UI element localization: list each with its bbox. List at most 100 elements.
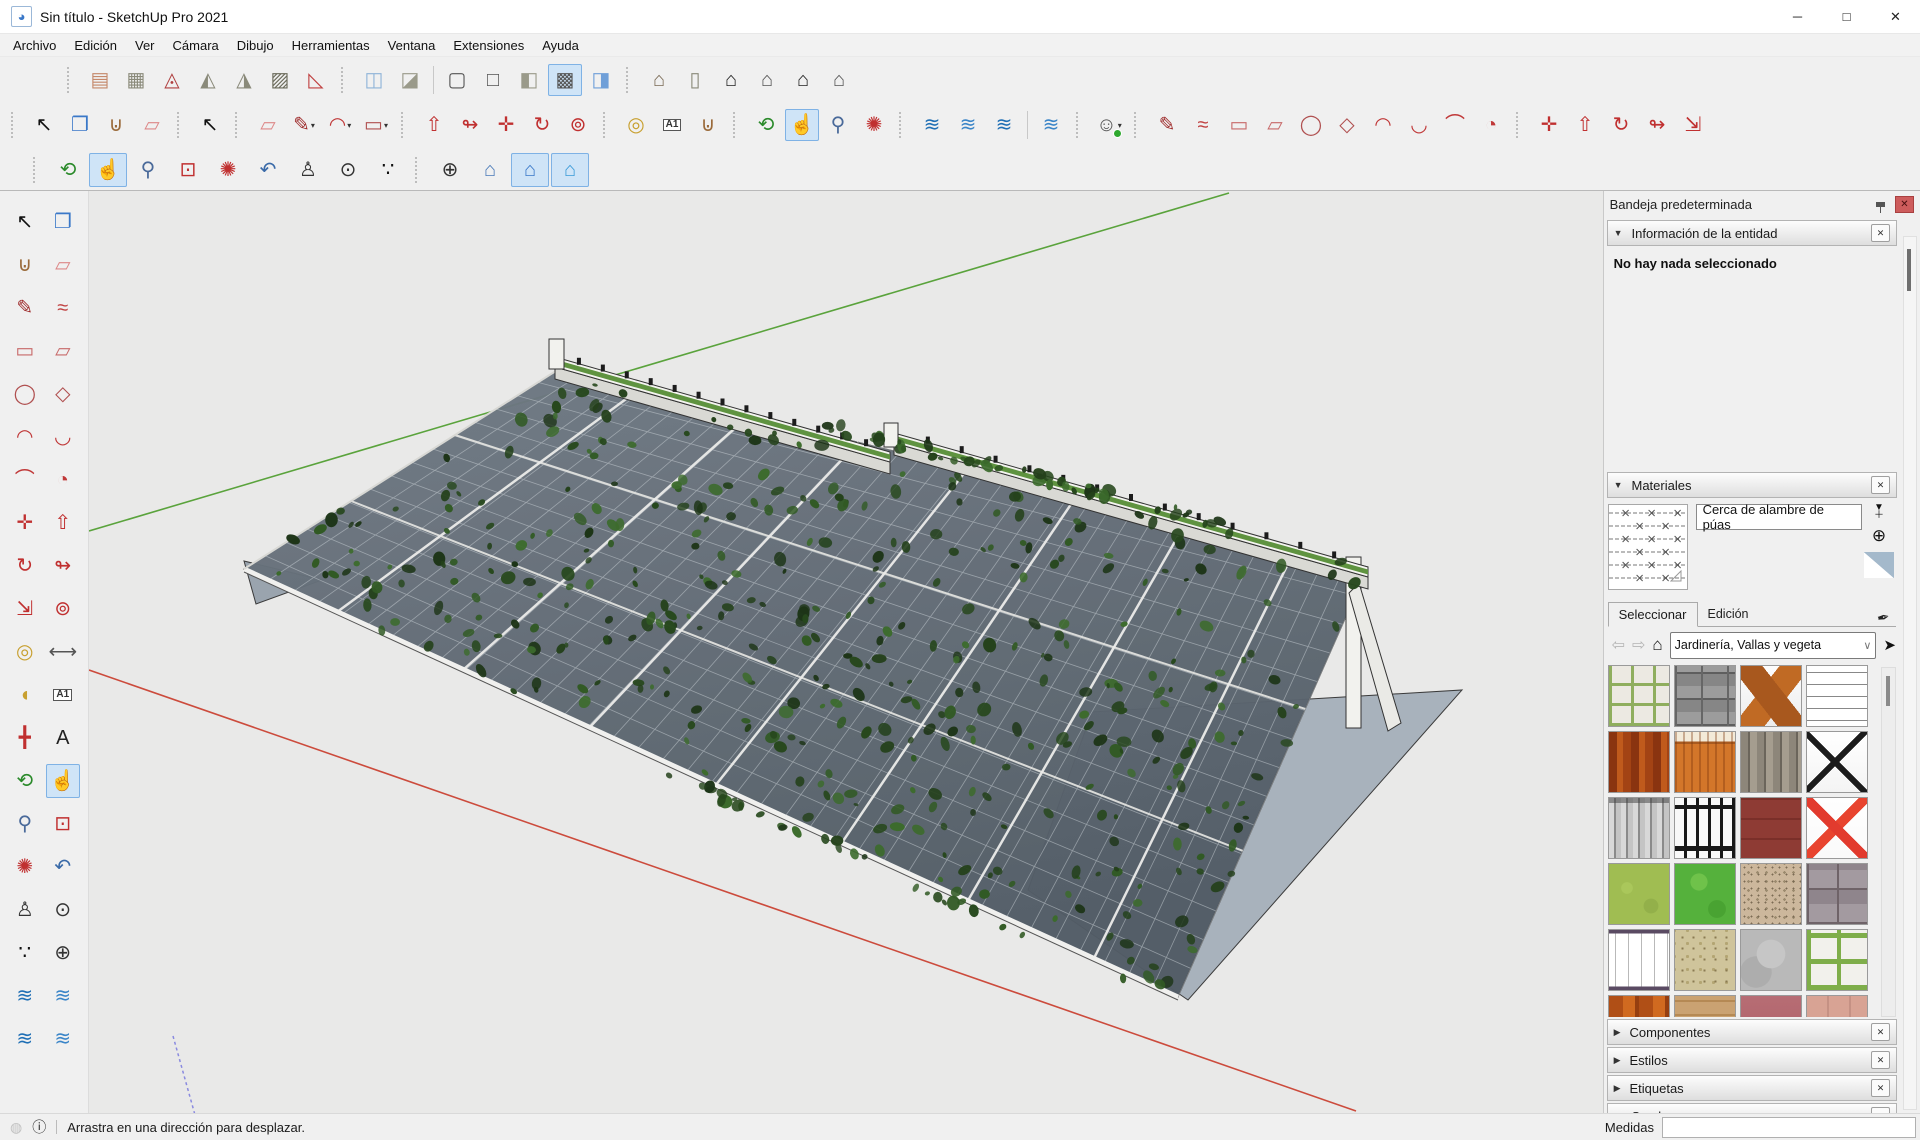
create-material-icon[interactable]: ⊕ <box>1872 526 1886 546</box>
secondary-pane-icon[interactable]: ▼＋ <box>1874 504 1884 520</box>
back-arrow-icon[interactable]: ⇦ <box>1612 635 1625 655</box>
scrollbar-thumb[interactable] <box>1886 676 1890 706</box>
swatch-concrete[interactable] <box>1740 929 1802 991</box>
lt-select-button[interactable]: ↖ <box>8 205 42 239</box>
tray-scrollbar[interactable] <box>1903 236 1917 1110</box>
forward-arrow-icon[interactable]: ⇨ <box>1632 635 1645 655</box>
lt-line-button[interactable]: ✎ <box>8 291 42 325</box>
menu-archivo[interactable]: Archivo <box>4 34 65 56</box>
menu-extensiones[interactable]: Extensiones <box>444 34 533 56</box>
display-section-fill-button[interactable]: ≋ <box>1034 109 1068 141</box>
get-models-button[interactable]: ⌂ <box>642 64 676 96</box>
push-pull-button[interactable]: ⇧ <box>417 109 451 141</box>
panel-header-materials[interactable]: ▼ Materiales ✕ <box>1607 472 1897 498</box>
lt-display-section-fill-button[interactable]: ≋ <box>46 1022 80 1056</box>
two-point-arc-button[interactable]: ◡ <box>1402 109 1436 141</box>
rotate-button[interactable]: ↻ <box>525 109 559 141</box>
style-hidden-line-button[interactable]: □ <box>476 64 510 96</box>
swatch-white-railing[interactable] <box>1608 929 1670 991</box>
move-alt-button[interactable]: ✛ <box>1532 109 1566 141</box>
lt-eraser-button[interactable]: ▱ <box>46 248 80 282</box>
lt-zoom-button[interactable]: ⚲ <box>8 807 42 841</box>
stamp-button[interactable]: ◭ <box>191 64 225 96</box>
expand-arrow-icon[interactable]: ▶ <box>1614 1055 1621 1066</box>
swatch-grass-green[interactable] <box>1674 863 1736 925</box>
upload-model-button[interactable]: ⌂ <box>750 64 784 96</box>
camera-pan-button[interactable]: ☝ <box>89 153 127 187</box>
swatch-barbed-wire[interactable] <box>1806 665 1868 727</box>
move-button[interactable]: ✛ <box>489 109 523 141</box>
style-monochrome-button[interactable]: ◨ <box>584 64 618 96</box>
rectangle-button[interactable]: ▭ <box>1222 109 1256 141</box>
lt-display-section-cuts-button[interactable]: ≋ <box>8 1022 42 1056</box>
paint-bucket-alt-button[interactable]: ⊍ <box>691 109 725 141</box>
lt-3d-text-button[interactable]: A <box>46 721 80 755</box>
lt-freehand-button[interactable]: ≈ <box>46 291 80 325</box>
lt-make-component-button[interactable]: ❐ <box>46 205 80 239</box>
lt-section-plane-button[interactable]: ≋ <box>8 979 42 1013</box>
walk-button[interactable]: ∵ <box>369 153 407 187</box>
swatch-redwood-fence[interactable] <box>1608 731 1670 793</box>
lt-display-section-planes-button[interactable]: ≋ <box>46 979 80 1013</box>
display-section-cuts-button[interactable]: ≋ <box>987 109 1021 141</box>
make-component-button[interactable]: ❐ <box>63 109 97 141</box>
swatch-pink-pavers[interactable] <box>1806 995 1868 1017</box>
rotate-alt-button[interactable]: ↻ <box>1604 109 1638 141</box>
menu-herramientas[interactable]: Herramientas <box>283 34 379 56</box>
sample-paint-icon[interactable]: ✒ <box>1876 606 1898 627</box>
lt-rectangle-button[interactable]: ▭ <box>8 334 42 368</box>
lt-zoom-extents-button[interactable]: ✺ <box>8 850 42 884</box>
style-wireframe-button[interactable]: ▢ <box>440 64 474 96</box>
orbit-button[interactable]: ⟲ <box>749 109 783 141</box>
three-point-arc-button[interactable]: ⌒ <box>1438 109 1472 141</box>
lt-text-button[interactable]: A1 <box>46 678 80 712</box>
swatch-stone-pavers[interactable] <box>1806 863 1868 925</box>
add-detail-button[interactable]: ▨ <box>263 64 297 96</box>
lt-axes-button[interactable]: ╋ <box>8 721 42 755</box>
polygon-button[interactable]: ◇ <box>1330 109 1364 141</box>
display-section-planes-button[interactable]: ≋ <box>951 109 985 141</box>
freehand-button[interactable]: ≈ <box>1186 109 1220 141</box>
style-back-edges-button[interactable]: ◪ <box>393 64 427 96</box>
lt-protractor-button[interactable]: ◖ <box>8 678 42 712</box>
info-icon[interactable]: ⓘ <box>32 1117 46 1137</box>
geolocation-icon[interactable]: ◍ <box>10 1119 22 1136</box>
lt-push-pull-button[interactable]: ⇧ <box>46 506 80 540</box>
lt-offset-button[interactable]: ⊚ <box>46 592 80 626</box>
pie-button[interactable]: ◔ <box>1474 109 1508 141</box>
lt-orbit-button[interactable]: ⟲ <box>8 764 42 798</box>
swatch-crossed-wood[interactable] <box>1740 665 1802 727</box>
house-view-button[interactable]: ⌂ <box>551 153 589 187</box>
lt-circle-button[interactable]: ◯ <box>8 377 42 411</box>
follow-me-alt-button[interactable]: ↬ <box>1640 109 1674 141</box>
lt-pie-button[interactable]: ◔ <box>46 463 80 497</box>
iso-view-button[interactable]: ⌂ <box>511 153 549 187</box>
measurements-input[interactable] <box>1662 1117 1916 1138</box>
arc-menu-button[interactable]: ◠▾ <box>323 109 357 141</box>
zoom-extents-button[interactable]: ✺ <box>857 109 891 141</box>
swatch-mauve-brick[interactable] <box>1740 995 1802 1017</box>
tab-seleccionar[interactable]: Seleccionar <box>1608 602 1698 627</box>
details-arrow-icon[interactable]: ➤ <box>1883 636 1896 654</box>
style-shaded-button[interactable]: ◧ <box>512 64 546 96</box>
select-alt-button[interactable]: ↖ <box>193 109 227 141</box>
active-material-swatch[interactable] <box>1864 552 1894 578</box>
panel-close-button[interactable]: ✕ <box>1871 224 1890 242</box>
dropdown-arrow-icon[interactable]: ▾ <box>311 121 315 130</box>
menu-ventana[interactable]: Ventana <box>379 34 445 56</box>
viewport-canvas[interactable] <box>88 191 1603 1114</box>
smoove-button[interactable]: ◬ <box>155 64 189 96</box>
style-x-ray-button[interactable]: ◫ <box>357 64 391 96</box>
section-plane-button[interactable]: ≋ <box>915 109 949 141</box>
menu-ayuda[interactable]: Ayuda <box>533 34 588 56</box>
select-button[interactable]: ↖ <box>27 109 61 141</box>
rotated-rectangle-button[interactable]: ▱ <box>1258 109 1292 141</box>
text-button[interactable]: A1 <box>655 109 689 141</box>
push-pull-alt-button[interactable]: ⇧ <box>1568 109 1602 141</box>
lt-follow-me-button[interactable]: ↬ <box>46 549 80 583</box>
camera-zoom-button[interactable]: ⚲ <box>129 153 167 187</box>
home-view-button[interactable]: ⌂ <box>786 64 820 96</box>
lt-two-point-arc-button[interactable]: ◡ <box>46 420 80 454</box>
panel-close-button[interactable]: ✕ <box>1871 1079 1890 1097</box>
maximize-button[interactable]: □ <box>1822 0 1871 33</box>
